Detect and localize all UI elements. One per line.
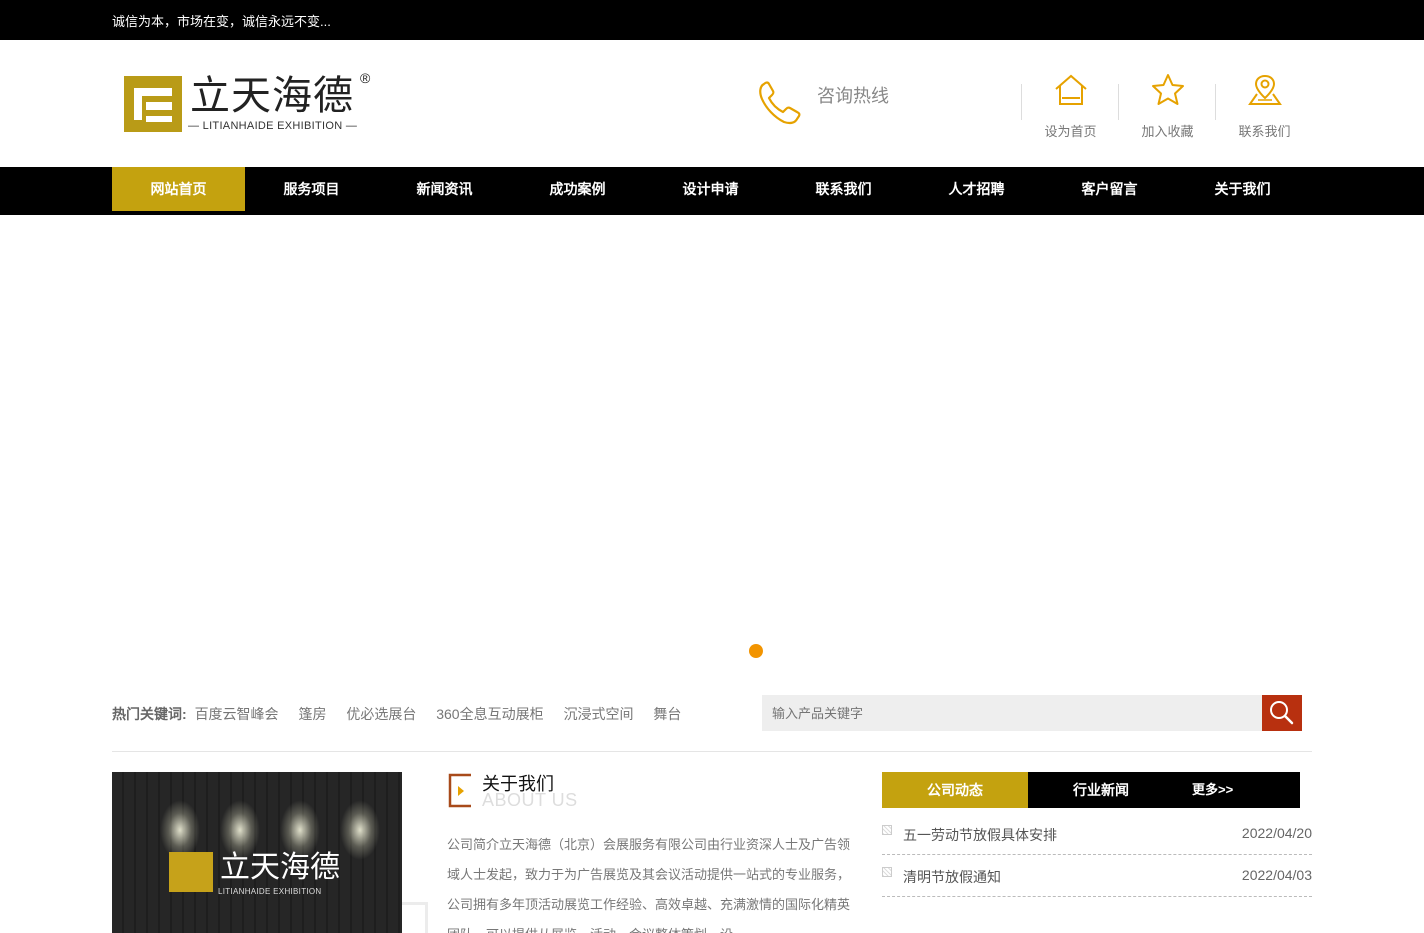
news-title[interactable]: 清明节放假通知 (903, 867, 1001, 887)
top-bar: 诚信为本，市场在变，诚信永远不变... (0, 0, 1424, 40)
search-input[interactable] (762, 695, 1262, 731)
nav-item-careers[interactable]: 人才招聘 (910, 167, 1043, 211)
search-button[interactable] (1262, 695, 1302, 731)
news-list-item[interactable]: 五一劳动节放假具体安排 2022/04/20 (882, 813, 1312, 855)
logo-chinese-name: 立天海德 (190, 73, 354, 118)
section-divider (112, 751, 1312, 752)
hotline-label: 咨询热线 (817, 86, 889, 106)
registered-mark: ® (360, 70, 371, 86)
image-logo-english: LITIANHAIDE EXHIBITION (218, 887, 322, 896)
more-news-link[interactable]: 更多>> (1192, 772, 1233, 808)
about-section-icon (448, 773, 471, 808)
star-icon (1151, 74, 1184, 105)
about-description: 公司简介立天海德（北京）会展服务有限公司由行业资深人士及广告领域人士发起，致力于… (447, 837, 851, 933)
location-icon (1247, 74, 1282, 105)
news-date: 2022/04/20 (1241, 825, 1312, 841)
keyword-link[interactable]: 360全息互动展柜 (436, 706, 543, 722)
nav-item-about[interactable]: 关于我们 (1176, 167, 1309, 211)
image-logo-text: 立天海德 (220, 851, 340, 884)
contact-us-link[interactable]: 联系我们 (1216, 72, 1313, 142)
keyword-link[interactable]: 优必选展台 (346, 706, 416, 722)
hot-keywords-label: 热门关键词: (112, 706, 187, 722)
site-logo[interactable]: 立天海德 ® — LITIANHAIDE EXHIBITION — (124, 70, 379, 136)
phone-icon (759, 81, 801, 125)
nav-item-messages[interactable]: 客户留言 (1043, 167, 1176, 211)
news-tabs: 公司动态 行业新闻 更多>> (882, 772, 1300, 808)
main-nav: 网站首页 服务项目 新闻资讯 成功案例 设计申请 联系我们 人才招聘 客户留言 … (0, 167, 1424, 215)
news-list-item[interactable]: 清明节放假通知 2022/04/03 (882, 855, 1312, 897)
nav-item-cases[interactable]: 成功案例 (511, 167, 644, 211)
set-homepage-link[interactable]: 设为首页 (1022, 72, 1119, 142)
hero-banner[interactable] (0, 215, 1424, 675)
nav-item-design-apply[interactable]: 设计申请 (644, 167, 777, 211)
nav-item-home[interactable]: 网站首页 (112, 167, 245, 211)
news-title[interactable]: 五一劳动节放假具体安排 (903, 825, 1057, 845)
bullet-icon (882, 825, 892, 835)
logo-english-name: — LITIANHAIDE EXHIBITION — (188, 120, 358, 132)
quick-link-label: 联系我们 (1238, 124, 1291, 139)
nav-item-services[interactable]: 服务项目 (245, 167, 378, 211)
search-icon (1270, 701, 1294, 725)
tab-industry-news[interactable]: 行业新闻 (1028, 772, 1174, 808)
nav-item-news[interactable]: 新闻资讯 (378, 167, 511, 211)
image-logo-mark-icon (169, 852, 213, 892)
about-company-image[interactable]: 立天海德 LITIANHAIDE EXHIBITION (112, 772, 402, 933)
quick-link-label: 加入收藏 (1141, 124, 1194, 139)
carousel-dot[interactable] (749, 644, 763, 658)
keyword-link[interactable]: 沉浸式空间 (563, 706, 633, 722)
news-date: 2022/04/03 (1241, 867, 1312, 883)
bullet-icon (882, 867, 892, 877)
keyword-link[interactable]: 篷房 (298, 706, 326, 722)
home-icon (1054, 74, 1087, 105)
tab-company-news[interactable]: 公司动态 (882, 772, 1028, 808)
quick-link-label: 设为首页 (1044, 124, 1097, 139)
slogan-text: 诚信为本，市场在变，诚信永远不变... (112, 14, 331, 29)
decorative-frame (402, 902, 428, 933)
nav-item-contact[interactable]: 联系我们 (777, 167, 910, 211)
keyword-link[interactable]: 百度云智峰会 (195, 706, 279, 722)
about-subtitle: ABOUT US (482, 790, 578, 810)
keyword-link[interactable]: 舞台 (653, 706, 681, 722)
logo-mark-icon (124, 76, 182, 132)
add-favorite-link[interactable]: 加入收藏 (1119, 72, 1216, 142)
hot-keywords: 热门关键词: 百度云智峰会 篷房 优必选展台 360全息互动展柜 沉浸式空间 舞… (112, 704, 697, 724)
